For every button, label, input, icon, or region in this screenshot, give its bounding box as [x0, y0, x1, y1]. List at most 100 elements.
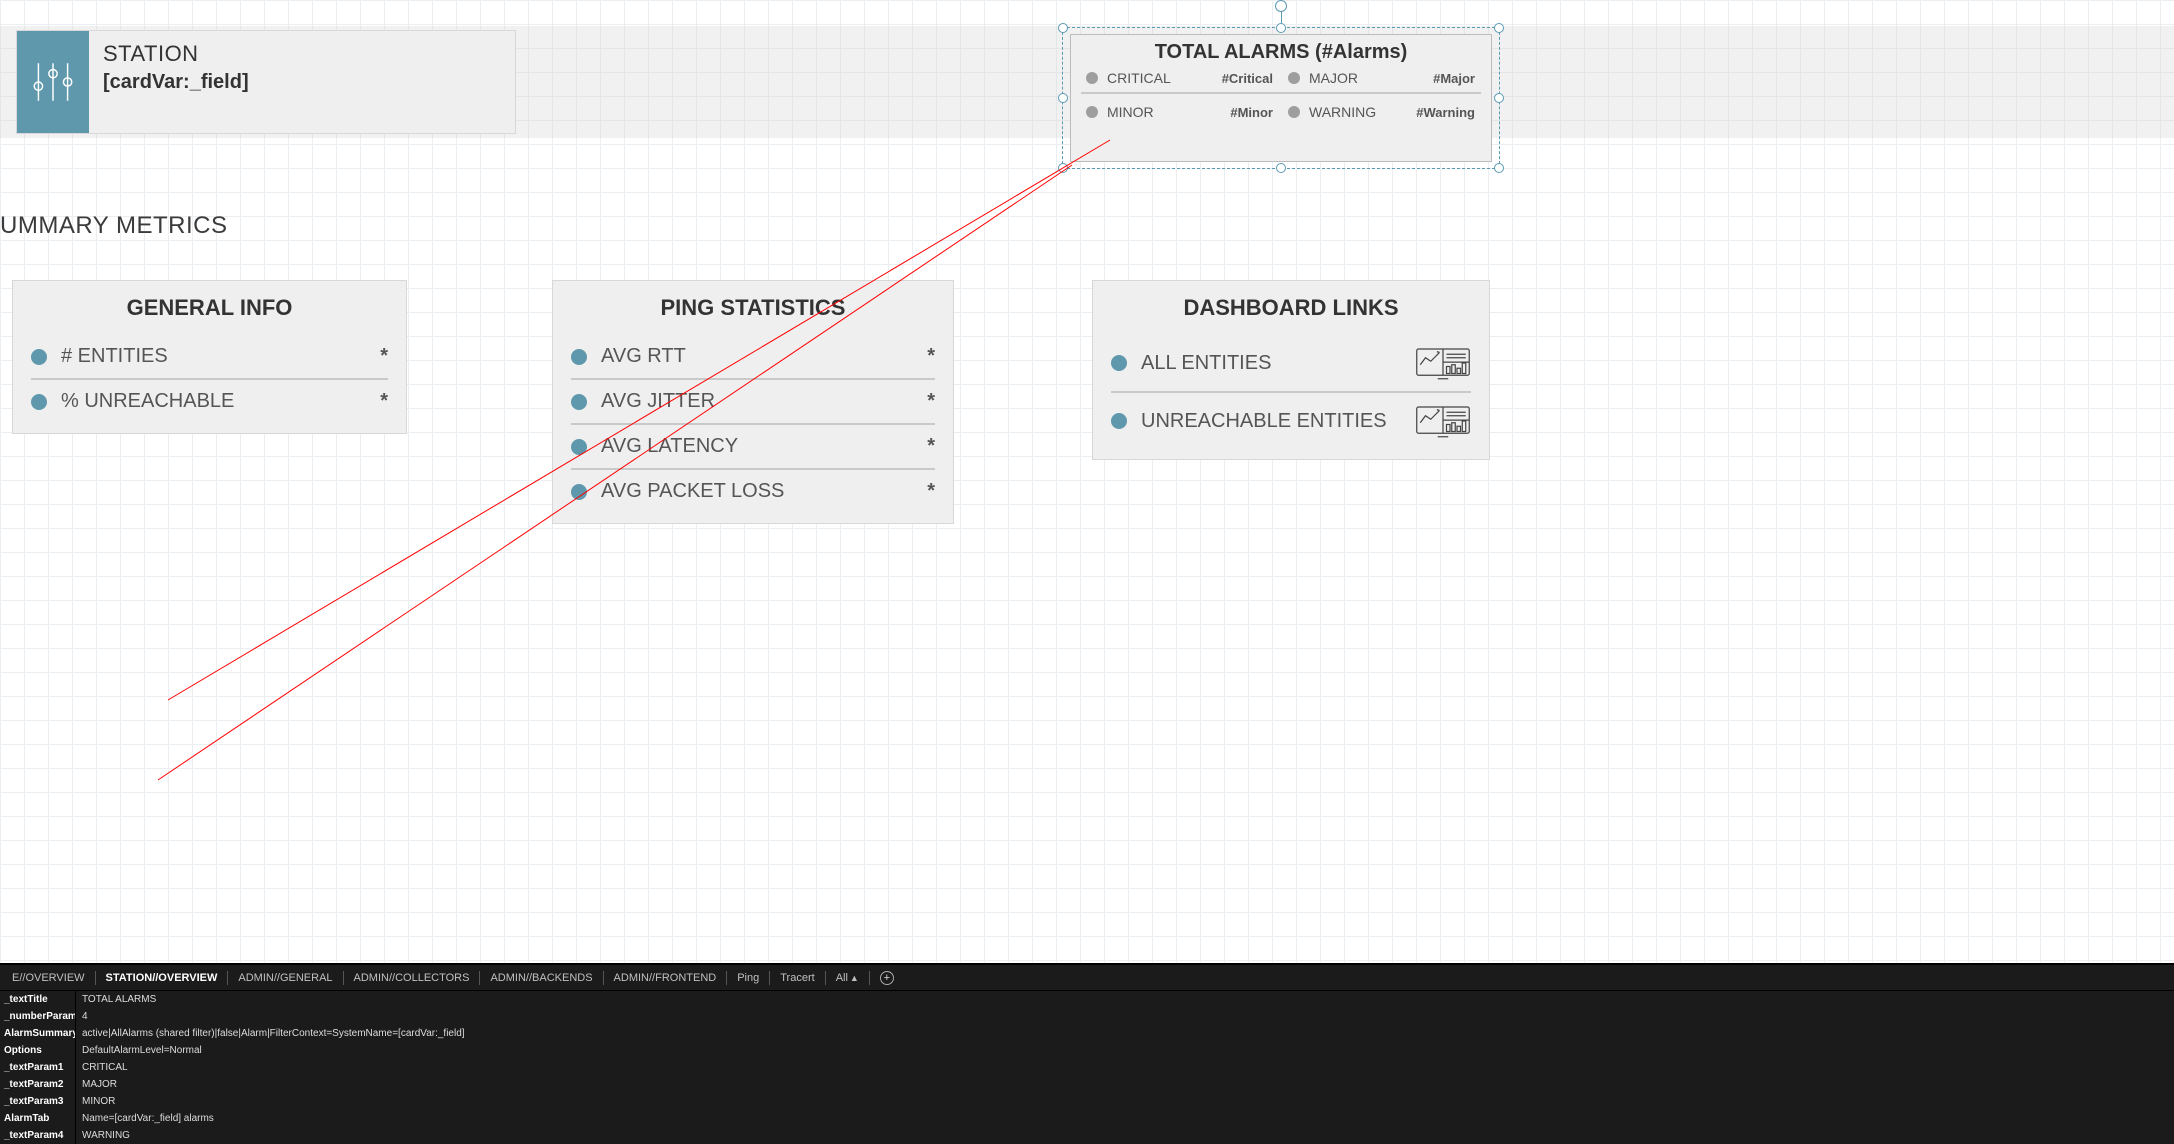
tab-station-overview[interactable]: STATION//OVERVIEW — [96, 965, 228, 991]
rotate-handle[interactable] — [1275, 0, 1287, 12]
property-value[interactable]: active|AllAlarms (shared filter)|false|A… — [75, 1025, 2174, 1042]
alarm-dot-critical — [1086, 72, 1098, 84]
tab-all-dropdown[interactable]: All▲ — [826, 965, 869, 991]
property-key: _textParam2 — [0, 1076, 75, 1093]
alarm-dot-minor — [1086, 106, 1098, 118]
alarm-label-minor: MINOR — [1107, 104, 1205, 120]
bullet-icon — [31, 349, 47, 365]
tab-admin-general[interactable]: ADMIN//GENERAL — [228, 965, 342, 991]
metric-label: AVG RTT — [601, 345, 913, 368]
bullet-icon — [571, 439, 587, 455]
metric-label: AVG JITTER — [601, 390, 913, 413]
metric-row[interactable]: AVG RTT * — [571, 335, 935, 378]
alarm-label-major: MAJOR — [1309, 70, 1407, 86]
resize-handle-s[interactable] — [1276, 163, 1286, 173]
resize-handle-sw[interactable] — [1058, 163, 1068, 173]
dashboard-icon — [1415, 403, 1471, 439]
property-row[interactable]: _textParam3 MINOR — [0, 1093, 2174, 1110]
tab-e-overview[interactable]: E//OVERVIEW — [2, 965, 95, 991]
metric-label: # ENTITIES — [61, 345, 366, 368]
property-value[interactable]: DefaultAlarmLevel=Normal — [75, 1042, 2174, 1059]
station-card[interactable]: STATION [cardVar:_field] — [16, 30, 516, 134]
property-row[interactable]: AlarmTab Name=[cardVar:_field] alarms — [0, 1110, 2174, 1127]
metric-row[interactable]: % UNREACHABLE * — [31, 380, 388, 423]
panel-ping-statistics[interactable]: PING STATISTICS AVG RTT * AVG JITTER * A… — [552, 280, 954, 524]
metric-row[interactable]: # ENTITIES * — [31, 335, 388, 378]
add-tab-button[interactable]: + — [870, 965, 904, 991]
station-subtitle: [cardVar:_field] — [103, 71, 249, 94]
metric-value: * — [380, 345, 388, 368]
property-row[interactable]: Options DefaultAlarmLevel=Normal — [0, 1042, 2174, 1059]
property-value[interactable]: MAJOR — [75, 1076, 2174, 1093]
property-row[interactable]: AlarmSummary active|AllAlarms (shared fi… — [0, 1025, 2174, 1042]
property-grid[interactable]: _textTitle TOTAL ALARMS _numberParams 4 … — [0, 991, 2174, 1144]
metric-value: * — [927, 345, 935, 368]
metric-label: AVG PACKET LOSS — [601, 480, 913, 503]
property-row[interactable]: _numberParams 4 — [0, 1008, 2174, 1025]
alarm-dot-major — [1288, 72, 1300, 84]
metric-row[interactable]: AVG LATENCY * — [571, 425, 935, 468]
metric-row[interactable]: AVG PACKET LOSS * — [571, 470, 935, 513]
tab-tracert[interactable]: Tracert — [770, 965, 824, 991]
tab-admin-frontend[interactable]: ADMIN//FRONTEND — [604, 965, 727, 991]
dashboard-link[interactable]: UNREACHABLE ENTITIES — [1111, 393, 1471, 449]
alarm-value-major: #Major — [1411, 71, 1481, 86]
dashboard-icon — [1415, 345, 1471, 381]
resize-handle-se[interactable] — [1494, 163, 1504, 173]
property-key: _textTitle — [0, 991, 75, 1008]
property-key: AlarmSummary — [0, 1025, 75, 1042]
metric-value: * — [927, 435, 935, 458]
property-key: _numberParams — [0, 1008, 75, 1025]
property-key: _textParam3 — [0, 1093, 75, 1110]
alarm-card-title: TOTAL ALARMS (#Alarms) — [1071, 35, 1491, 66]
property-key: _textParam1 — [0, 1059, 75, 1076]
section-heading: UMMARY METRICS — [0, 212, 227, 240]
link-label: ALL ENTITIES — [1141, 352, 1401, 375]
tab-bar[interactable]: E//OVERVIEW STATION//OVERVIEW ADMIN//GEN… — [0, 965, 2174, 991]
tab-admin-backends[interactable]: ADMIN//BACKENDS — [480, 965, 602, 991]
metric-value: * — [927, 480, 935, 503]
alarm-label-critical: CRITICAL — [1107, 70, 1205, 86]
alarm-label-warning: WARNING — [1309, 104, 1407, 120]
alarm-value-minor: #Minor — [1209, 105, 1279, 120]
property-value[interactable]: MINOR — [75, 1093, 2174, 1110]
property-value[interactable]: WARNING — [75, 1127, 2174, 1144]
bullet-icon — [1111, 413, 1127, 429]
alarm-card[interactable]: TOTAL ALARMS (#Alarms) CRITICAL #Critica… — [1070, 34, 1492, 162]
property-value[interactable]: CRITICAL — [75, 1059, 2174, 1076]
alarm-separator — [1081, 92, 1481, 94]
tab-ping[interactable]: Ping — [727, 965, 769, 991]
metric-label: % UNREACHABLE — [61, 390, 366, 413]
alarm-value-warning: #Warning — [1411, 105, 1481, 120]
property-key: AlarmTab — [0, 1110, 75, 1127]
property-value[interactable]: 4 — [75, 1008, 2174, 1025]
panel-general-info[interactable]: GENERAL INFO # ENTITIES * % UNREACHABLE … — [12, 280, 407, 434]
bullet-icon — [31, 394, 47, 410]
bullet-icon — [571, 394, 587, 410]
panel-title: DASHBOARD LINKS — [1111, 295, 1471, 321]
metric-row[interactable]: AVG JITTER * — [571, 380, 935, 423]
property-row[interactable]: _textParam2 MAJOR — [0, 1076, 2174, 1093]
alarm-value-critical: #Critical — [1209, 71, 1279, 86]
property-row[interactable]: _textParam4 WARNING — [0, 1127, 2174, 1144]
alarm-dot-warning — [1288, 106, 1300, 118]
dashboard-link[interactable]: ALL ENTITIES — [1111, 335, 1471, 391]
bullet-icon — [571, 349, 587, 365]
sliders-icon — [17, 31, 89, 133]
property-row[interactable]: _textTitle TOTAL ALARMS — [0, 991, 2174, 1008]
metric-label: AVG LATENCY — [601, 435, 913, 458]
property-row[interactable]: _textParam1 CRITICAL — [0, 1059, 2174, 1076]
panel-dashboard-links[interactable]: DASHBOARD LINKS ALL ENTITIES UNREA — [1092, 280, 1490, 460]
link-label: UNREACHABLE ENTITIES — [1141, 410, 1401, 433]
property-key: Options — [0, 1042, 75, 1059]
metric-value: * — [380, 390, 388, 413]
metric-value: * — [927, 390, 935, 413]
property-value[interactable]: TOTAL ALARMS — [75, 991, 2174, 1008]
panel-title: PING STATISTICS — [571, 295, 935, 321]
tab-admin-collectors[interactable]: ADMIN//COLLECTORS — [344, 965, 480, 991]
property-key: _textParam4 — [0, 1127, 75, 1144]
panel-title: GENERAL INFO — [31, 295, 388, 321]
property-value[interactable]: Name=[cardVar:_field] alarms — [75, 1110, 2174, 1127]
bullet-icon — [571, 484, 587, 500]
design-canvas[interactable]: STATION [cardVar:_field] TOTAL ALARMS (#… — [0, 0, 2174, 1142]
